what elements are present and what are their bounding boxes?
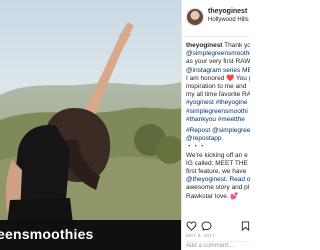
yoga-pose-illustration	[0, 22, 181, 250]
comment-link-line[interactable]: @simplegreensmoothi	[186, 50, 250, 58]
post-side-panel: theyoginest Hollywood Hills theyoginest …	[181, 0, 250, 250]
comment-line: Rawkstar love. 💕	[186, 192, 239, 200]
comment-line: theyoginest Thank yo	[186, 42, 250, 49]
username-link[interactable]: theyoginest	[208, 8, 247, 15]
comment-link-line[interactable]: #Repost @simplegree	[186, 127, 250, 135]
comment-line: I am honored ❤️ You g	[186, 74, 250, 82]
watermark-text: eensmoothies	[0, 226, 94, 242]
bookmark-icon[interactable]	[241, 221, 250, 231]
post-photo: eensmoothies	[0, 0, 181, 250]
comment-line: inspiration to me and	[186, 83, 247, 91]
comment-link-line[interactable]: #thankyou #meetthe	[186, 116, 250, 124]
comments-list: theyoginest Thank yo @simplegreensmoothi a…	[186, 42, 250, 201]
comment-line: first feature, we have	[186, 168, 247, 176]
location-link[interactable]: Hollywood Hills	[208, 17, 249, 23]
comment-line: We're kicking off an e	[186, 151, 248, 159]
comment-link-line[interactable]: #simplegreensmoothi	[186, 108, 250, 116]
comment-link-line[interactable]: @theyoginest. Read o	[186, 176, 250, 184]
comment-link-line[interactable]: #yoginest #theyogine	[186, 99, 250, 107]
comment-line: ・・・	[186, 143, 206, 151]
comment-line: as your very first RAW	[186, 58, 250, 66]
caption-username-link[interactable]: theyoginest	[186, 42, 222, 49]
comment-link-line[interactable]: @repostapp	[186, 135, 250, 143]
avatar[interactable]	[186, 8, 204, 26]
action-bar	[186, 221, 250, 233]
comment-line: IG called: MEET THE R	[186, 159, 250, 167]
comment-line: awesome story and pl	[186, 184, 250, 192]
heart-icon[interactable]	[186, 221, 197, 231]
post-date: MAY 8, 2017	[186, 233, 215, 238]
speech-bubble-icon[interactable]	[201, 221, 212, 231]
watermark-bar: eensmoothies	[0, 220, 181, 250]
post-header: theyoginest Hollywood Hills	[182, 0, 250, 37]
comment-line: my all time favorite RA	[186, 91, 250, 99]
comment-link-line[interactable]: @instagram series MEE	[186, 67, 250, 75]
add-comment-input[interactable]: Add a comment...	[186, 241, 250, 249]
